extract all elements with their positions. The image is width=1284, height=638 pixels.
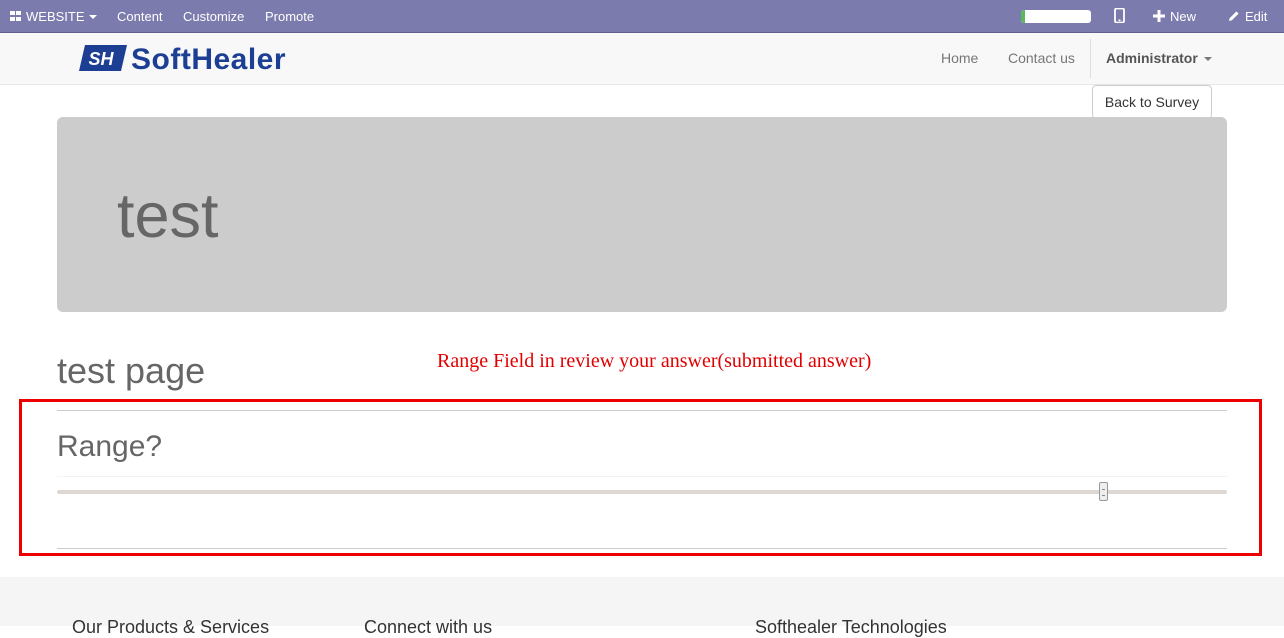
- footer-heading-connect: Connect with us: [364, 617, 493, 637]
- survey-header: test: [57, 117, 1227, 312]
- caret-down-icon: [88, 15, 97, 19]
- website-menu-label: WEBSITE: [26, 9, 85, 24]
- website-menu[interactable]: WEBSITE: [10, 0, 97, 33]
- back-to-survey-button[interactable]: Back to Survey: [1092, 85, 1212, 119]
- logo-mark-icon: SH: [79, 45, 127, 71]
- customize-menu[interactable]: Customize: [183, 0, 244, 33]
- user-name: Administrator: [1106, 50, 1198, 66]
- survey-title: test: [117, 181, 219, 251]
- plus-icon: [1153, 10, 1165, 22]
- edit-button[interactable]: Edit: [1228, 0, 1267, 33]
- grid-icon: [10, 11, 22, 22]
- site-navbar: SH SoftHealer Home Contact us Administra…: [0, 33, 1284, 85]
- page-title: test page: [57, 350, 206, 391]
- nav-contact-us[interactable]: Contact us: [1008, 33, 1075, 84]
- content-menu[interactable]: Content: [117, 0, 163, 33]
- svg-text:SH: SH: [88, 49, 114, 69]
- annotation-text: Range Field in review your answer(submit…: [437, 350, 872, 372]
- mobile-icon: [1114, 7, 1125, 24]
- site-footer: Our Products & Services Connect with us …: [0, 577, 1284, 637]
- admin-top-bar: WEBSITE Content Customize Promote New Ed…: [0, 0, 1284, 33]
- user-menu[interactable]: Administrator: [1106, 33, 1212, 84]
- pencil-icon: [1229, 11, 1239, 21]
- promote-menu[interactable]: Promote: [265, 0, 314, 33]
- highlight-box: [19, 399, 1262, 556]
- caret-down-icon: [1203, 57, 1212, 61]
- nav-divider: [1090, 39, 1091, 78]
- new-button-label: New: [1170, 9, 1197, 24]
- nav-home[interactable]: Home: [941, 33, 978, 84]
- logo-text: SoftHealer: [131, 43, 287, 76]
- edit-button-label: Edit: [1245, 9, 1268, 24]
- new-button[interactable]: New: [1153, 0, 1196, 33]
- progress-fill: [1021, 10, 1025, 23]
- website-progress-bar: [1021, 10, 1091, 23]
- mobile-preview-button[interactable]: [1114, 0, 1125, 33]
- footer-heading-company: Softhealer Technologies: [755, 617, 947, 637]
- footer-heading-products: Our Products & Services: [72, 617, 270, 637]
